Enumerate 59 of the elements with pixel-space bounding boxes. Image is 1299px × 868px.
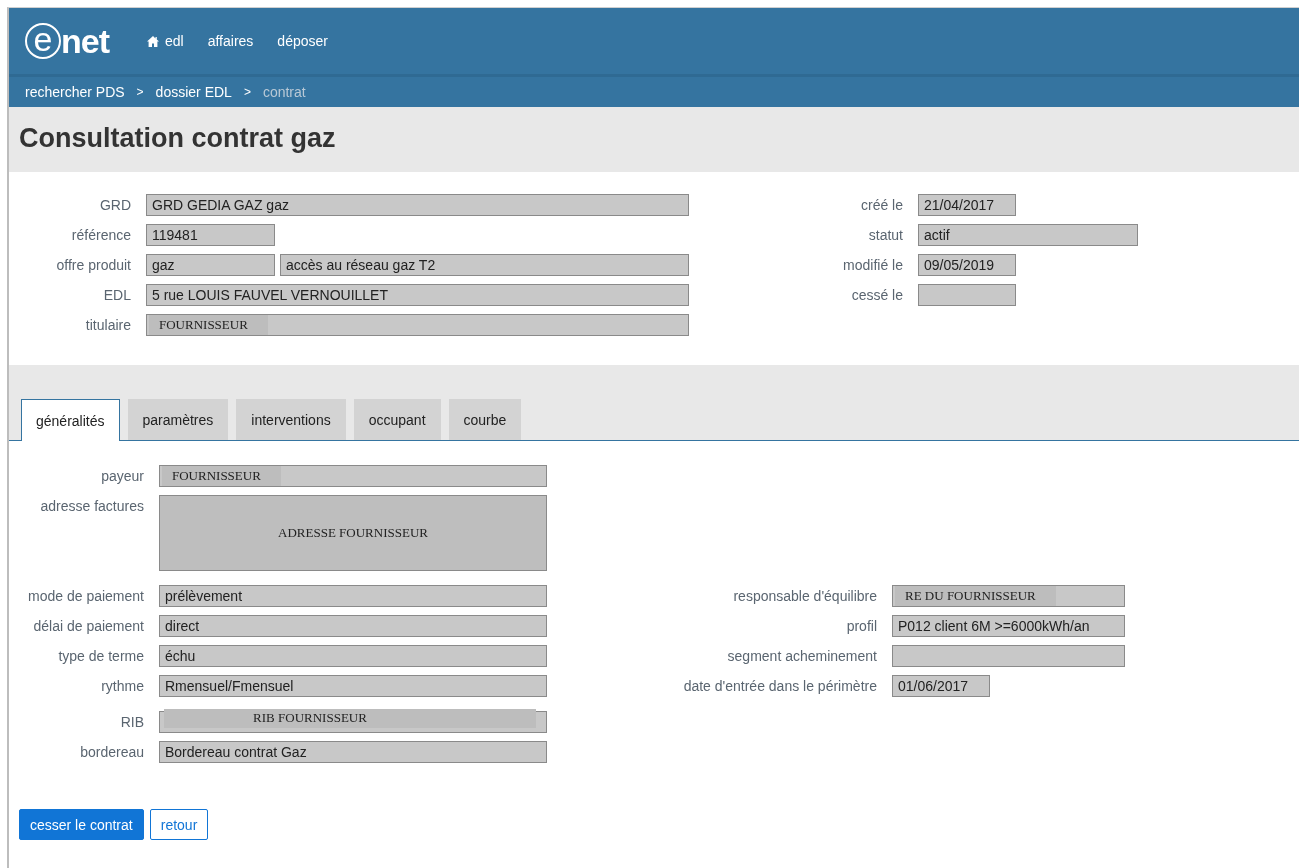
page-title: Consultation contrat gaz bbox=[19, 123, 337, 154]
tab[interactable]: généralités bbox=[21, 399, 120, 441]
readonly-field: P012 client 6M >=6000kWh/an bbox=[892, 615, 1125, 637]
field-label: rythme bbox=[100, 677, 144, 696]
breadcrumb-link[interactable]: dossier EDL bbox=[155, 84, 232, 100]
back-button[interactable]: retour bbox=[149, 809, 209, 840]
field-label: RIB bbox=[119, 713, 144, 732]
breadcrumb-current[interactable]: contrat bbox=[262, 84, 306, 100]
field-label: modifié le bbox=[842, 256, 903, 275]
readonly-field: Rmensuel/Fmensuel bbox=[159, 675, 547, 697]
readonly-field: 21/04/2017 bbox=[918, 194, 1016, 216]
cease-contract-button[interactable]: cesser le contrat bbox=[19, 809, 144, 840]
readonly-field: actif bbox=[918, 224, 1138, 246]
readonly-field: RIB FOURNISSEUR bbox=[159, 711, 547, 733]
field-label: EDL bbox=[102, 286, 131, 305]
field-label: segment acheminement bbox=[726, 647, 877, 666]
field-label: créé le bbox=[859, 196, 903, 215]
readonly-field: FOURNISSEUR bbox=[146, 314, 689, 336]
readonly-field: 119481 bbox=[146, 224, 275, 246]
breadcrumb-link[interactable]: rechercher PDS bbox=[25, 84, 125, 100]
field-label: profil bbox=[845, 617, 877, 636]
field-label: titulaire bbox=[84, 316, 131, 335]
nav-link[interactable]: affaires bbox=[207, 33, 254, 49]
readonly-field: gaz bbox=[146, 254, 275, 276]
readonly-field: ADRESSE FOURNISSEUR bbox=[159, 495, 547, 571]
tab[interactable]: occupant bbox=[353, 399, 441, 440]
readonly-field: échu bbox=[159, 645, 547, 667]
enet-logo[interactable]: e net bbox=[25, 23, 109, 59]
field-label: payeur bbox=[100, 467, 144, 486]
breadcrumb-separator: > bbox=[243, 85, 251, 99]
home-icon bbox=[147, 35, 159, 47]
tab[interactable]: paramètres bbox=[127, 399, 229, 440]
readonly-field: FOURNISSEUR bbox=[159, 465, 547, 487]
readonly-field: direct bbox=[159, 615, 547, 637]
field-label: cessé le bbox=[850, 286, 903, 305]
field-label: responsable d'équilibre bbox=[732, 587, 877, 606]
readonly-field: RE DU FOURNISSEUR bbox=[892, 585, 1125, 607]
readonly-field: 5 rue LOUIS FAUVEL VERNOUILLET bbox=[146, 284, 689, 306]
readonly-field: 01/06/2017 bbox=[892, 675, 990, 697]
field-label: adresse factures bbox=[39, 497, 144, 516]
field-label: mode de paiement bbox=[27, 587, 144, 606]
field-label: date d'entrée dans le périmètre bbox=[682, 677, 877, 696]
tab[interactable]: courbe bbox=[448, 399, 522, 440]
tab[interactable]: interventions bbox=[236, 399, 346, 440]
field-label: type de terme bbox=[57, 647, 144, 666]
field-label: référence bbox=[70, 226, 131, 245]
field-label: délai de paiement bbox=[32, 617, 144, 636]
readonly-field: accès au réseau gaz T2 bbox=[280, 254, 689, 276]
readonly-field: prélèvement bbox=[159, 585, 547, 607]
field-label: bordereau bbox=[79, 743, 144, 762]
readonly-field: Bordereau contrat Gaz bbox=[159, 741, 547, 763]
readonly-field: 09/05/2019 bbox=[918, 254, 1016, 276]
nav-link[interactable]: déposer bbox=[277, 33, 328, 49]
field-label: offre produit bbox=[55, 256, 131, 275]
readonly-field: GRD GEDIA GAZ gaz bbox=[146, 194, 689, 216]
breadcrumb-separator: > bbox=[136, 85, 144, 99]
field-label: GRD bbox=[98, 196, 131, 215]
nav-link[interactable]: edl bbox=[147, 33, 184, 49]
field-label: statut bbox=[867, 226, 903, 245]
